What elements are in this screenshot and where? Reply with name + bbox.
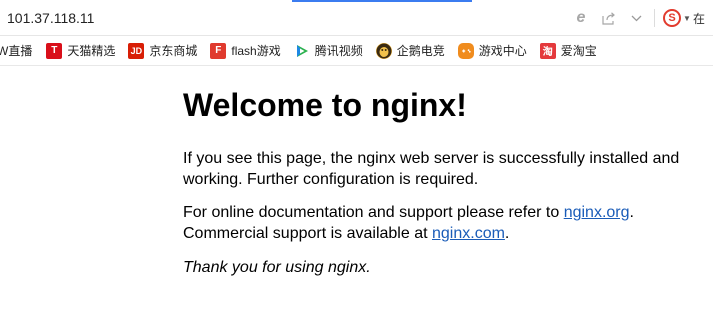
commercial-period: . xyxy=(504,225,510,242)
share-icon[interactable] xyxy=(594,7,624,29)
bookmark-jd[interactable]: JD 京东商城 xyxy=(128,42,197,59)
bookmark-flash-games[interactable]: F flash游戏 xyxy=(210,42,281,59)
url-field[interactable]: 101.37.118.11 xyxy=(7,10,94,26)
jd-icon: JD xyxy=(128,42,145,59)
address-bar: 101.37.118.11 e S ▼ 在 xyxy=(0,0,713,36)
install-message: If you see this page, the nginx web serv… xyxy=(183,150,680,188)
bookmark-label: W直播 xyxy=(0,44,33,58)
search-box-partial[interactable]: 在 xyxy=(693,7,713,29)
bookmark-penguin-esports[interactable]: 企鹅电竞 xyxy=(375,42,445,59)
bookmark-live[interactable]: W直播 xyxy=(0,42,32,59)
bookmark-game-center[interactable]: 游戏中心 xyxy=(457,42,527,59)
bookmark-tencent-video[interactable]: 腾讯视频 xyxy=(294,42,363,59)
documentation-paragraph: For online documentation and support ple… xyxy=(183,202,703,244)
game-center-icon xyxy=(457,42,474,59)
flash-game-icon: F xyxy=(210,42,227,59)
commercial-text: Commercial support is available at xyxy=(183,225,432,242)
search-engine-caret-icon[interactable]: ▼ xyxy=(681,7,693,29)
bookmarks-bar: W直播 T 天猫精选 JD 京东商城 F flash游戏 腾讯视频 企鹅电竞 游… xyxy=(0,36,713,66)
nginx-org-link[interactable]: nginx.org xyxy=(564,204,630,221)
bookmark-ai-taobao[interactable]: 淘 爱淘宝 xyxy=(539,42,597,59)
bookmark-label: 爱淘宝 xyxy=(560,44,597,58)
bookmark-tmall[interactable]: T 天猫精选 xyxy=(46,42,115,59)
taobao-icon: 淘 xyxy=(539,42,556,59)
docs-period: . xyxy=(629,204,634,221)
tmall-icon: T xyxy=(46,42,63,59)
sogou-search-icon[interactable]: S xyxy=(663,9,681,27)
loading-progress-bar xyxy=(292,0,472,2)
bookmark-label: 天猫精选 xyxy=(67,44,116,58)
bookmark-label: 腾讯视频 xyxy=(314,44,363,58)
penguin-esports-icon xyxy=(375,42,392,59)
docs-text: For online documentation and support ple… xyxy=(183,204,564,221)
chevron-down-icon[interactable] xyxy=(624,7,648,29)
tencent-video-icon xyxy=(294,43,310,59)
bookmark-label: 游戏中心 xyxy=(478,44,527,58)
page-title: Welcome to nginx! xyxy=(183,87,467,123)
bookmark-label: 京东商城 xyxy=(149,44,198,58)
nginx-com-link[interactable]: nginx.com xyxy=(432,225,505,242)
address-bar-actions: e S ▼ 在 xyxy=(568,7,713,29)
compat-mode-icon[interactable]: e xyxy=(568,7,594,29)
toolbar-divider xyxy=(654,9,655,27)
thank-you-message: Thank you for using nginx. xyxy=(183,259,371,276)
bookmark-label: flash游戏 xyxy=(231,44,281,58)
bookmark-label: 企鹅电竞 xyxy=(396,44,445,58)
